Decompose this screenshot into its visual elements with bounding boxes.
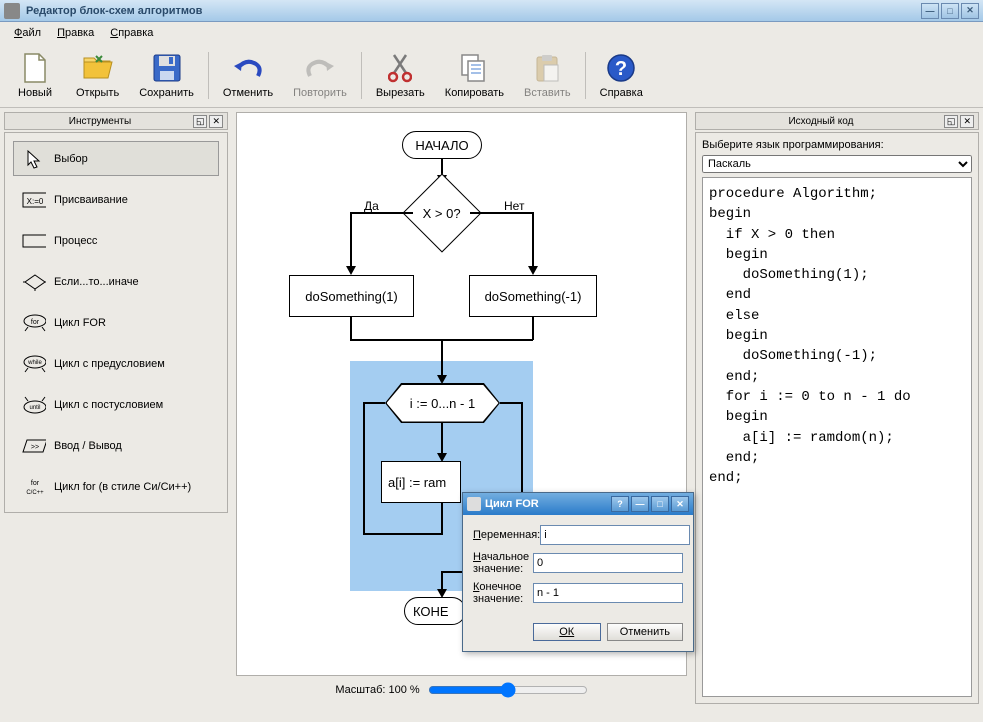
for-loop-dialog: Цикл FOR ? — □ ✕ Переменная: Начальное з… bbox=[462, 492, 694, 652]
svg-text:for: for bbox=[31, 319, 40, 326]
source-panel: Исходный код ◱ ✕ Выберите язык программи… bbox=[691, 108, 983, 708]
paste-icon bbox=[531, 52, 563, 84]
cancel-button[interactable]: Отменить bbox=[607, 623, 683, 641]
while-loop-icon: while bbox=[22, 355, 46, 373]
svg-text:until: until bbox=[29, 405, 40, 411]
block-do1[interactable]: doSomething(1) bbox=[289, 275, 414, 317]
copy-icon bbox=[458, 52, 490, 84]
close-button[interactable]: ✕ bbox=[961, 3, 979, 19]
toolbar-separator bbox=[585, 52, 586, 99]
toolbar-undo[interactable]: Отменить bbox=[217, 48, 279, 103]
new-file-icon bbox=[19, 52, 51, 84]
tool-assign[interactable]: X:=0 Присваивание bbox=[13, 182, 219, 217]
toolbar: Новый Открыть Сохранить Отменить Повтори… bbox=[0, 44, 983, 108]
start-label: Начальное значение: bbox=[473, 551, 533, 575]
toolbar-open[interactable]: Открыть bbox=[70, 48, 125, 103]
menu-help[interactable]: Справка bbox=[102, 25, 161, 41]
toolbar-new[interactable]: Новый bbox=[8, 48, 62, 103]
zoom-label: Масштаб: 100 % bbox=[335, 684, 419, 696]
io-icon: >> bbox=[22, 437, 46, 455]
dialog-help-button[interactable]: ? bbox=[611, 496, 629, 512]
toolbar-help[interactable]: ? Справка bbox=[594, 48, 649, 103]
diamond-icon bbox=[22, 273, 46, 291]
tool-io[interactable]: >> Ввод / Вывод bbox=[13, 428, 219, 463]
assign-icon: X:=0 bbox=[22, 191, 46, 209]
label-yes: Да bbox=[364, 199, 379, 213]
minimize-button[interactable]: — bbox=[921, 3, 939, 19]
close-panel-button[interactable]: ✕ bbox=[960, 115, 974, 128]
language-select[interactable]: Паскаль bbox=[702, 155, 972, 173]
block-end[interactable]: КОНЕ bbox=[404, 597, 466, 625]
zoom-slider[interactable] bbox=[428, 682, 588, 698]
svg-text:X:=0: X:=0 bbox=[27, 197, 44, 206]
dialog-close-button[interactable]: ✕ bbox=[671, 496, 689, 512]
start-input[interactable] bbox=[533, 553, 683, 573]
svg-text:for: for bbox=[31, 480, 40, 487]
tool-ifelse[interactable]: Если...то...иначе bbox=[13, 264, 219, 299]
svg-text:>>: >> bbox=[31, 444, 39, 451]
menu-edit[interactable]: Правка bbox=[49, 25, 102, 41]
open-folder-icon bbox=[82, 52, 114, 84]
block-loop-body[interactable]: a[i] := ram bbox=[381, 461, 461, 503]
toolbar-save[interactable]: Сохранить bbox=[133, 48, 200, 103]
end-input[interactable] bbox=[533, 583, 683, 603]
tool-while[interactable]: while Цикл с предусловием bbox=[13, 346, 219, 381]
redo-icon bbox=[304, 52, 336, 84]
toolbar-redo: Повторить bbox=[287, 48, 353, 103]
process-icon bbox=[22, 232, 46, 250]
block-do2[interactable]: doSomething(-1) bbox=[469, 275, 597, 317]
tool-select[interactable]: Выбор bbox=[13, 141, 219, 176]
undock-button[interactable]: ◱ bbox=[944, 115, 959, 128]
toolbar-cut[interactable]: Вырезать bbox=[370, 48, 431, 103]
var-input[interactable] bbox=[540, 525, 690, 545]
maximize-button[interactable]: □ bbox=[941, 3, 959, 19]
for-loop-icon: for bbox=[22, 314, 46, 332]
window-title: Редактор блок-схем алгоритмов bbox=[26, 5, 921, 17]
app-icon bbox=[4, 3, 20, 19]
undo-icon bbox=[232, 52, 264, 84]
arrow-cursor-icon bbox=[22, 150, 46, 168]
tool-cfor[interactable]: forC/C++ Цикл for (в стиле Си/Си++) bbox=[13, 469, 219, 504]
close-panel-button[interactable]: ✕ bbox=[209, 115, 223, 128]
svg-text:while: while bbox=[27, 360, 42, 366]
toolbar-paste: Вставить bbox=[518, 48, 577, 103]
dialog-maximize-button[interactable]: □ bbox=[651, 496, 669, 512]
save-icon bbox=[151, 52, 183, 84]
dialog-icon bbox=[467, 497, 481, 511]
tools-panel: Инструменты ◱ ✕ Выбор X:=0 Присваивание … bbox=[0, 108, 232, 708]
cfor-icon: for C/C++ bbox=[22, 478, 46, 496]
undock-button[interactable]: ◱ bbox=[193, 115, 208, 128]
source-panel-title: Исходный код bbox=[781, 116, 862, 127]
toolbar-separator bbox=[208, 52, 209, 99]
var-label: Переменная: bbox=[473, 529, 540, 541]
cut-icon bbox=[384, 52, 416, 84]
ok-button[interactable]: ОК bbox=[533, 623, 601, 641]
window-titlebar: Редактор блок-схем алгоритмов — □ ✕ bbox=[0, 0, 983, 22]
dialog-title: Цикл FOR bbox=[485, 498, 611, 510]
source-code-view[interactable]: procedure Algorithm; begin if X > 0 then… bbox=[702, 177, 972, 697]
tool-process[interactable]: Процесс bbox=[13, 223, 219, 258]
dialog-minimize-button[interactable]: — bbox=[631, 496, 649, 512]
until-loop-icon: until bbox=[22, 396, 46, 414]
label-no: Нет bbox=[504, 199, 524, 213]
help-icon: ? bbox=[605, 52, 637, 84]
svg-text:?: ? bbox=[615, 58, 627, 80]
toolbar-separator bbox=[361, 52, 362, 99]
tool-until[interactable]: until Цикл с постусловием bbox=[13, 387, 219, 422]
tool-for[interactable]: for Цикл FOR bbox=[13, 305, 219, 340]
tools-panel-title: Инструменты bbox=[69, 116, 131, 127]
menubar: Файл Правка Справка bbox=[0, 22, 983, 44]
language-label: Выберите язык программирования: bbox=[702, 139, 972, 151]
block-begin[interactable]: НАЧАЛО bbox=[402, 131, 482, 159]
end-label: Конечное значение: bbox=[473, 581, 533, 605]
svg-text:C/C++: C/C++ bbox=[26, 490, 44, 496]
toolbar-copy[interactable]: Копировать bbox=[439, 48, 510, 103]
menu-file[interactable]: Файл bbox=[6, 25, 49, 41]
block-for-header[interactable]: i := 0...n - 1 bbox=[385, 383, 500, 423]
